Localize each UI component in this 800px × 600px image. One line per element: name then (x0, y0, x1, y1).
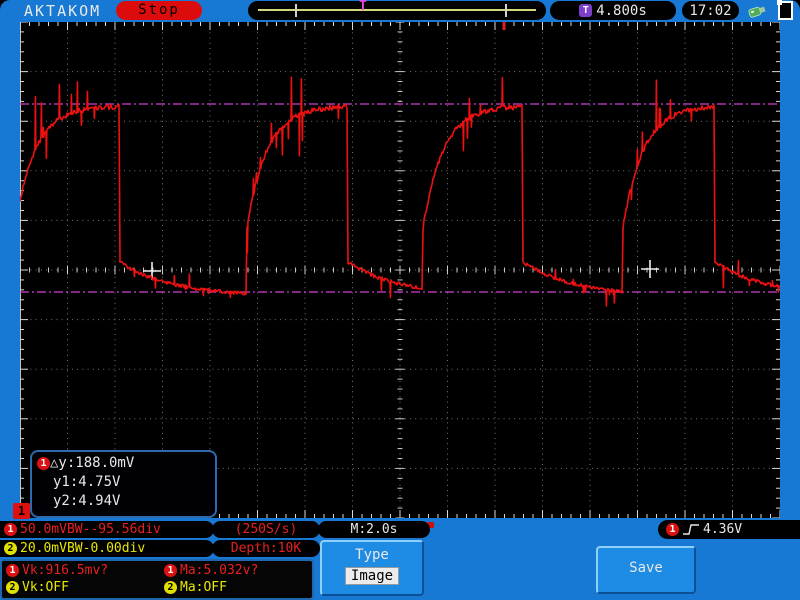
record-position-bar: T (248, 0, 546, 20)
measurements-box: 1 Vk:916.5mv? 1 Ma:5.032v? 2 Vk:OFF 2 Ma… (0, 559, 314, 600)
trigger-level-value: 4.36V (703, 522, 743, 537)
oscilloscope-frame: AKTAKOM Stop T T 4.800s 17:02 1 △y:188.0m… (0, 0, 800, 600)
measurement-ma-ch2: Ma:OFF (180, 580, 227, 595)
waveform-plot (19, 21, 781, 519)
measurement-vk-ch2: Vk:OFF (22, 580, 69, 595)
timebase: M:2.0s (318, 521, 430, 538)
usb-icon (748, 6, 766, 18)
type-button-value: Image (344, 567, 400, 585)
trigger-t-icon: T (579, 4, 593, 17)
channel1-badge: 1 (37, 457, 50, 470)
channel2-badge: 2 (6, 581, 19, 594)
channel1-badge: 1 (164, 564, 177, 577)
brand-logo: AKTAKOM (24, 2, 102, 20)
trigger-position-marker: T (359, 0, 367, 14)
window-left-bracket (295, 4, 297, 17)
trigger-time-value: 4.800s (596, 2, 647, 19)
type-button-label: Type (355, 547, 389, 563)
measurement-ma-ch1: Ma:5.032v? (180, 563, 259, 578)
channel1-badge: 1 (4, 523, 17, 536)
cursor-delta-y: △y:188.0mV (50, 455, 135, 471)
channel1-status: 1 50.0mVBW--95.56div (0, 521, 214, 538)
trigger-source-badge: 1 (666, 523, 679, 536)
measurement-vk-ch1: Vk:916.5mv? (22, 563, 109, 578)
rising-edge-icon (683, 524, 699, 535)
save-button[interactable]: Save (596, 546, 696, 594)
trigger-status: 1 4.36V (658, 520, 800, 539)
clock: 17:02 (682, 1, 739, 20)
waveform-display: 1 △y:188.0mV y1:4.75V y2:4.94V (19, 21, 781, 519)
record-line (258, 9, 536, 11)
cursor-measurement-box: 1 △y:188.0mV y1:4.75V y2:4.94V (30, 450, 217, 518)
cursor-y1: y1:4.75V (53, 474, 121, 490)
channel2-badge: 2 (164, 581, 177, 594)
channel2-badge: 2 (4, 542, 17, 555)
trigger-time-pill: T 4.800s (550, 1, 676, 20)
window-right-bracket (505, 4, 507, 17)
memory-depth: Depth:10K (212, 540, 320, 557)
type-button[interactable]: Type Image (320, 540, 424, 596)
channel1-badge: 1 (6, 564, 19, 577)
sample-rate: (250S/s) (212, 521, 320, 538)
channel1-scale: 50.0mVBW--95.56div (20, 522, 161, 537)
cursor-y2: y2:4.94V (53, 493, 121, 509)
channel1-marker: 1 (13, 503, 30, 519)
battery-icon (777, 0, 793, 20)
channel2-scale: 20.0mVBW-0.00div (20, 541, 146, 556)
channel2-status: 2 20.0mVBW-0.00div (0, 540, 214, 557)
run-state-badge: Stop (116, 1, 202, 20)
